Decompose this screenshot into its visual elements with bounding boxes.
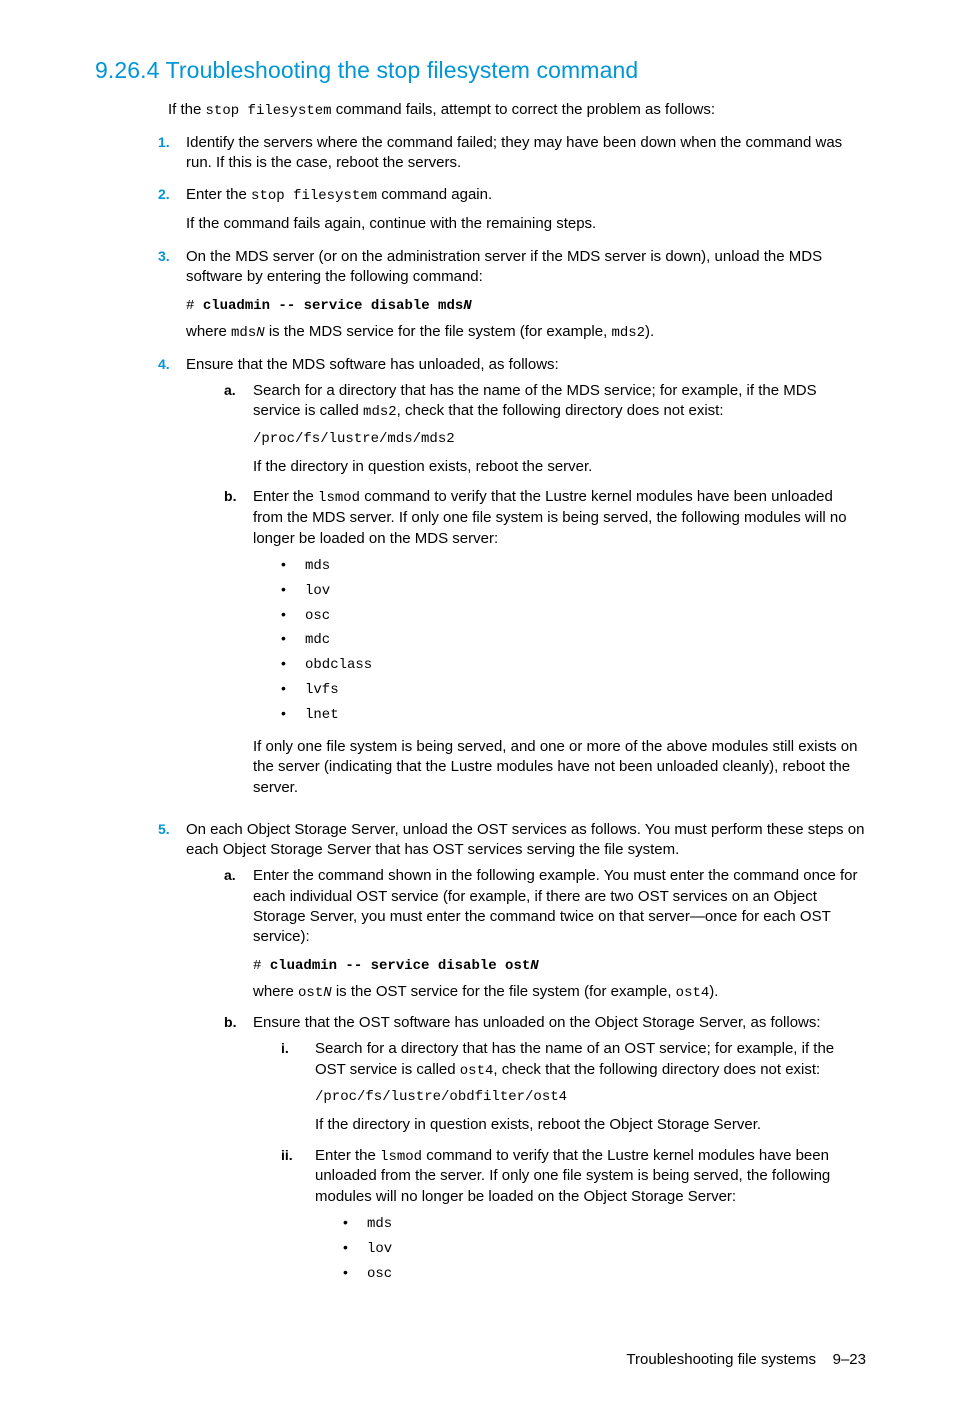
module: lnet [305,707,339,723]
intro-text: If the stop filesystem command fails, at… [168,100,866,121]
text: If the directory in question exists, reb… [315,1115,866,1135]
module: mds [367,1216,392,1232]
text: Enter the stop filesystem command again. [186,185,866,206]
list-item: mdc [281,629,866,654]
module: lov [305,583,330,599]
text: where [186,323,231,340]
step-5a: Enter the command shown in the following… [224,866,866,1013]
step-5b: Ensure that the OST software has unloade… [224,1013,866,1314]
command: cluadmin -- service disable mds [203,298,463,314]
text: command again. [377,186,492,203]
list-item: lov [343,1238,866,1263]
page-number: 9–23 [833,1351,866,1368]
text: where [253,983,298,1000]
text: ). [645,323,654,340]
list-item: mds [281,555,866,580]
variable: N [463,298,471,314]
text: , check that the following directory doe… [493,1061,820,1078]
variable: N [530,958,538,974]
text: Identify the servers where the command f… [186,133,866,174]
text: On each Object Storage Server, unload th… [186,820,866,861]
step-4b: Enter the lsmod command to verify that t… [224,487,866,807]
list-item: obdclass [281,654,866,679]
inline-code: mds2 [363,404,397,420]
inline-command: stop filesystem [206,103,332,119]
prompt: # [186,298,203,314]
text: If the command fails again, continue wit… [186,214,866,234]
subsubsteps: Search for a directory that has the name… [281,1039,866,1303]
list-item: lov [281,580,866,605]
step-4a: Search for a directory that has the name… [224,381,866,487]
text: ). [709,983,718,1000]
inline-code: ost [298,985,323,1001]
inline-command: lsmod [318,490,360,506]
module: mds [305,558,330,574]
step-2: Enter the stop filesystem command again.… [158,185,866,246]
command-block: # cluadmin -- service disable ostN [253,955,866,976]
inline-code: mds2 [611,325,645,341]
text: On the MDS server (or on the administrat… [186,247,866,288]
text: , check that the following directory doe… [397,402,724,419]
text: is the MDS service for the file system (… [265,323,612,340]
inline-command: stop filesystem [251,188,377,204]
step-5bi: Search for a directory that has the name… [281,1039,866,1145]
path: /proc/fs/lustre/mds/mds2 [253,430,866,449]
text: where ostN is the OST service for the fi… [253,982,866,1003]
text: Ensure that the OST software has unloade… [253,1013,866,1033]
list-item: osc [343,1263,866,1288]
text: Enter the command shown in the following… [253,866,866,947]
text: command fails, attempt to correct the pr… [332,101,716,118]
variable: N [323,985,331,1001]
module-list: mds lov osc [343,1213,866,1288]
command: cluadmin -- service disable ost [270,958,530,974]
text: Enter the [186,186,251,203]
text: Enter the [315,1147,380,1164]
prompt: # [253,958,270,974]
step-4: Ensure that the MDS software has unloade… [158,355,866,820]
page-footer: Troubleshooting file systems 9–23 [95,1350,866,1370]
module: mdc [305,632,330,648]
step-1: Identify the servers where the command f… [158,133,866,186]
text: Search for a directory that has the name… [315,1039,866,1080]
text: is the OST service for the file system (… [332,983,676,1000]
list-item: osc [281,605,866,630]
text: If the directory in question exists, reb… [253,457,866,477]
module: lvfs [305,682,339,698]
text: If the [168,101,206,118]
text: Enter the [253,488,318,505]
module: osc [305,608,330,624]
list-item: lvfs [281,679,866,704]
text: If only one file system is being served,… [253,737,866,798]
module: lov [367,1241,392,1257]
text: where mdsN is the MDS service for the fi… [186,322,866,343]
footer-text: Troubleshooting file systems [626,1351,816,1368]
step-3: On the MDS server (or on the administrat… [158,247,866,355]
inline-code: ost4 [460,1063,494,1079]
step-5: On each Object Storage Server, unload th… [158,820,866,1326]
numbered-steps: Identify the servers where the command f… [158,133,866,1326]
command-block: # cluadmin -- service disable mdsN [186,295,866,316]
inline-code: mds [231,325,256,341]
module: obdclass [305,657,372,673]
inline-code: ost4 [676,985,710,1001]
module-list: mds lov osc mdc obdclass lvfs lnet [281,555,866,729]
text: Ensure that the MDS software has unloade… [186,355,866,375]
inline-command: lsmod [380,1149,422,1165]
text: Search for a directory that has the name… [253,381,866,422]
list-item: lnet [281,704,866,729]
text: Enter the lsmod command to verify that t… [315,1146,866,1207]
section-heading: 9.26.4 Troubleshooting the stop filesyst… [95,55,866,86]
substeps: Search for a directory that has the name… [224,381,866,808]
substeps: Enter the command shown in the following… [224,866,866,1313]
step-5bii: Enter the lsmod command to verify that t… [281,1146,866,1304]
text: Enter the lsmod command to verify that t… [253,487,866,548]
module: osc [367,1266,392,1282]
variable: N [256,325,264,341]
path: /proc/fs/lustre/obdfilter/ost4 [315,1088,866,1107]
list-item: mds [343,1213,866,1238]
